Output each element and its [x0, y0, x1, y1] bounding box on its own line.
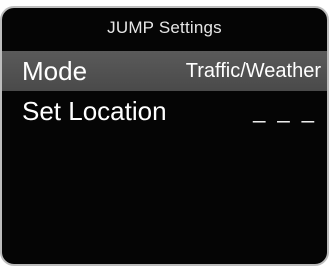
menu-item-value: Traffic/Weather: [185, 60, 321, 82]
screen-title: JUMP Settings: [107, 18, 222, 37]
menu-item-label: Mode: [22, 56, 88, 86]
menu-item-value: _ _ _: [253, 98, 317, 123]
menu-item-set-location[interactable]: Set Location _ _ _: [2, 91, 327, 131]
menu-item-mode[interactable]: Mode Traffic/Weather: [2, 51, 327, 91]
device-screen: JUMP Settings Mode Traffic/Weather Set L…: [0, 6, 329, 266]
menu-item-label: Set Location: [22, 96, 167, 126]
